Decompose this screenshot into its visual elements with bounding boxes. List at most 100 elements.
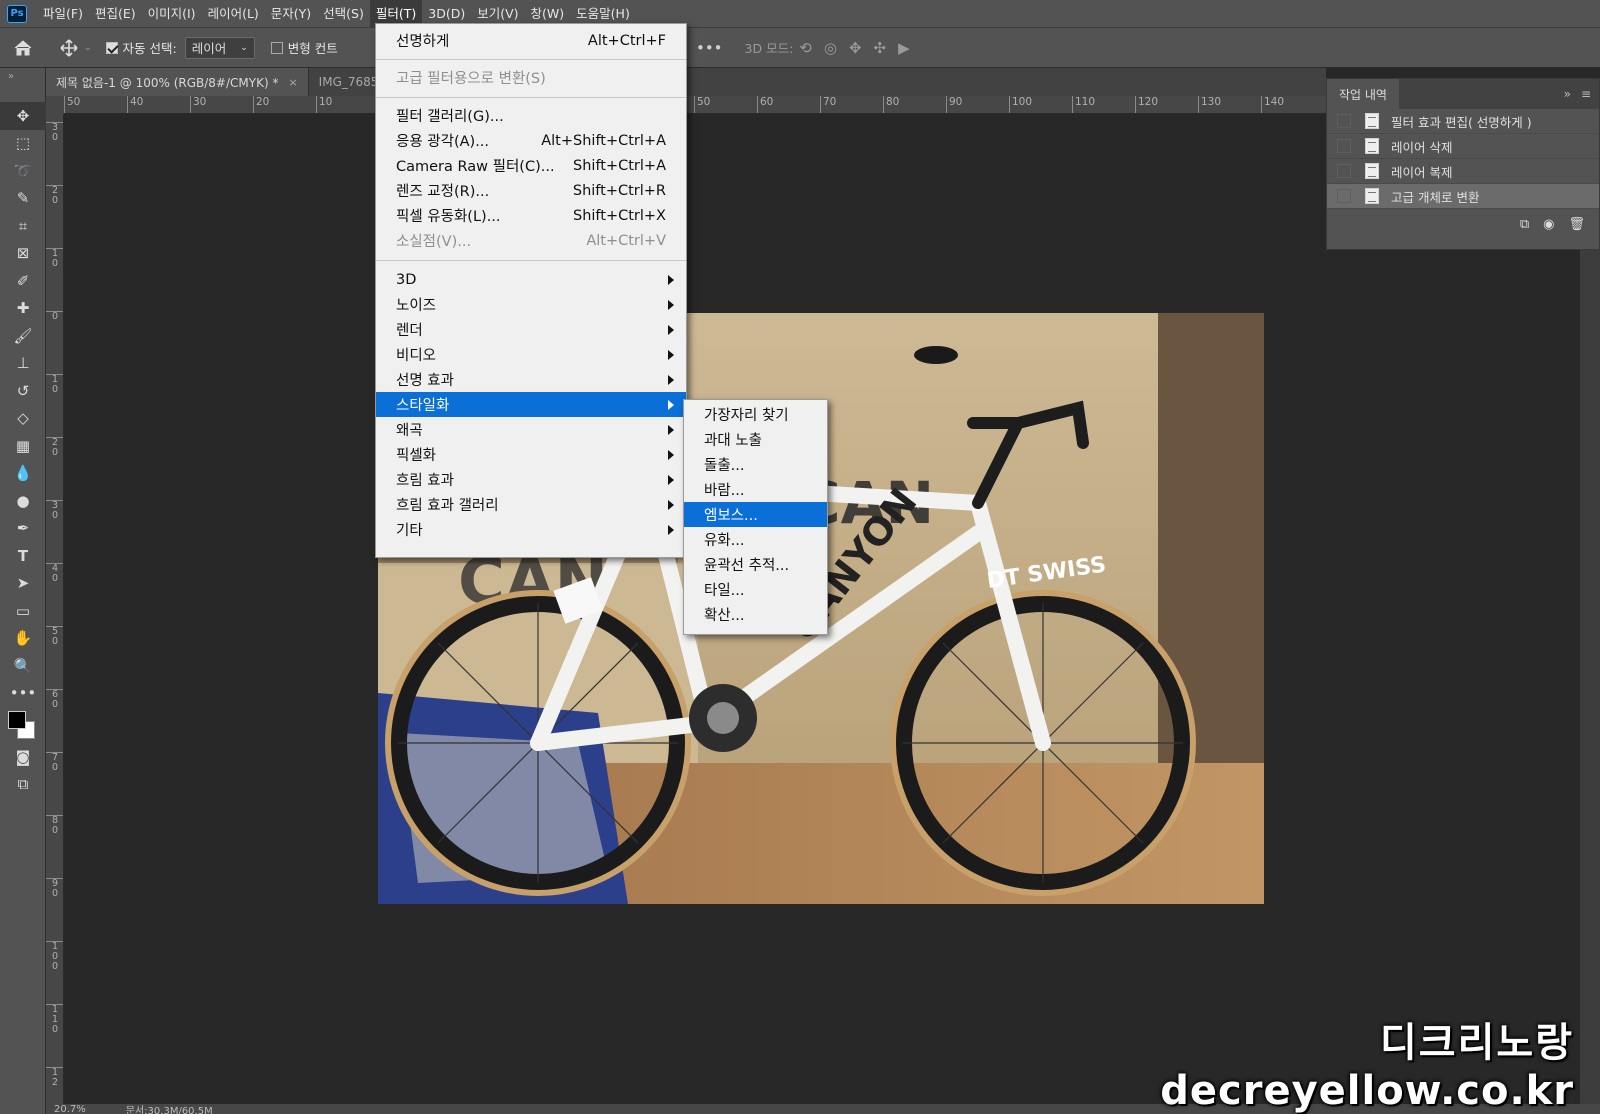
tab-untitled[interactable]: 제목 없음-1 @ 100% (RGB/8#/CMYK) * × [46, 68, 309, 96]
history-item-selected[interactable]: 고급 개체로 변환 [1327, 184, 1599, 209]
3d-slide-icon[interactable]: ✣ [874, 39, 887, 57]
history-brush-source-box[interactable] [1337, 164, 1351, 178]
menu-image[interactable]: 이미지(I) [142, 0, 202, 28]
pen-tool-icon[interactable]: ✒ [0, 515, 46, 543]
panel-menu-icon[interactable]: ≡ [1581, 87, 1591, 101]
hand-tool-icon[interactable]: ✋ [0, 625, 46, 653]
menu-item-pixelate[interactable]: 픽셀화 [376, 442, 686, 467]
menu-item-vanishing-point[interactable]: 소실점(V)... Alt+Ctrl+V [376, 228, 686, 253]
eyedropper-tool-icon[interactable]: ✐ [0, 267, 46, 295]
gradient-tool-icon[interactable]: ▦ [0, 432, 46, 460]
submenu-item-solarize[interactable]: 과대 노출 [684, 427, 827, 452]
expand-panel-icon[interactable]: » [0, 68, 46, 84]
menu-select[interactable]: 선택(S) [317, 0, 370, 28]
close-icon[interactable]: × [288, 76, 297, 89]
auto-select-dropdown[interactable]: 레이어 ⌄ [184, 36, 255, 59]
blur-tool-icon[interactable]: 💧 [0, 460, 46, 488]
menu-item-stylize[interactable]: 스타일화 [376, 392, 686, 417]
ruler-tick-label: 2 0 [46, 185, 63, 206]
menu-item-blur-gallery[interactable]: 흐림 효과 갤러리 [376, 492, 686, 517]
3d-orbit-icon[interactable]: ⟲ [799, 39, 812, 57]
move-tool-icon[interactable]: ✥ [0, 102, 46, 130]
new-document-from-state-icon[interactable]: ⧉ [1520, 217, 1529, 232]
menu-item-blur[interactable]: 흐림 효과 [376, 467, 686, 492]
history-item[interactable]: 레이어 복제 [1327, 159, 1599, 184]
menu-item-camera-raw[interactable]: Camera Raw 필터(C)... Shift+Ctrl+A [376, 153, 686, 178]
history-item[interactable]: 필터 효과 편집( 선명하게 ) [1327, 109, 1599, 134]
menu-item-lens-correction[interactable]: 렌즈 교정(R)... Shift+Ctrl+R [376, 178, 686, 203]
submenu-item-emboss[interactable]: 엠보스... [684, 502, 827, 527]
dodge-tool-icon[interactable]: ● [0, 487, 46, 515]
marquee-tool-icon[interactable]: ⬚ [0, 130, 46, 158]
3d-camera-icon[interactable]: ▶ [898, 39, 910, 57]
rectangle-tool-icon[interactable]: ▭ [0, 597, 46, 625]
type-tool-icon[interactable]: T [0, 542, 46, 570]
menu-item-filter-gallery[interactable]: 필터 갤러리(G)... [376, 103, 686, 128]
menu-item-video[interactable]: 비디오 [376, 342, 686, 367]
submenu-item-trace-contour[interactable]: 윤곽선 추적... [684, 552, 827, 577]
photoshop-logo-icon[interactable]: Ps [7, 4, 27, 23]
menu-item-render[interactable]: 렌더 [376, 317, 686, 342]
camera-icon[interactable]: ◉ [1543, 217, 1554, 232]
menu-item-adaptive-wide-angle[interactable]: 응용 광각(A)... Alt+Shift+Ctrl+A [376, 128, 686, 153]
clone-stamp-tool-icon[interactable]: ⊥ [0, 350, 46, 378]
tab-history[interactable]: 작업 내역 [1327, 79, 1399, 109]
vertical-ruler[interactable]: 3 0 2 0 1 0 0 1 0 2 0 3 0 4 0 5 0 6 0 7 0 8 0 9 0 1 0… [46, 114, 64, 1104]
zoom-level[interactable]: 20.7% [54, 1104, 86, 1114]
foreground-color-swatch[interactable] [8, 711, 26, 729]
menu-file[interactable]: 파일(F) [37, 0, 89, 28]
frame-tool-icon[interactable]: ⊠ [0, 240, 46, 268]
ruler-tick-label: 80 [883, 96, 899, 113]
ruler-tick-label: 20 [253, 96, 269, 113]
path-selection-tool-icon[interactable]: ➤ [0, 570, 46, 598]
history-brush-source-box[interactable] [1337, 189, 1351, 203]
menu-edit[interactable]: 편집(E) [89, 0, 142, 28]
trash-icon[interactable]: 🗑 [1568, 217, 1585, 232]
submenu-item-find-edges[interactable]: 가장자리 찾기 [684, 402, 827, 427]
more-options-icon[interactable]: ••• [696, 39, 723, 57]
menu-item-liquify[interactable]: 픽셀 유동화(L)... Shift+Ctrl+X [376, 203, 686, 228]
collapse-panel-icon[interactable]: » [1564, 87, 1571, 101]
eraser-tool-icon[interactable]: ◇ [0, 405, 46, 433]
move-tool-icon[interactable]: ⌄ [60, 28, 92, 68]
menu-layer[interactable]: 레이어(L) [202, 0, 265, 28]
menu-type[interactable]: 문자(Y) [265, 0, 317, 28]
crop-tool-icon[interactable]: ⌗ [0, 212, 46, 240]
menu-item-distort[interactable]: 왜곡 [376, 417, 686, 442]
color-swatches[interactable] [0, 707, 46, 743]
submenu-item-wind[interactable]: 바람... [684, 477, 827, 502]
history-brush-source-box[interactable] [1337, 114, 1351, 128]
screen-mode-icon[interactable]: ⧉ [0, 771, 46, 799]
quick-selection-tool-icon[interactable]: ✎ [0, 185, 46, 213]
horizontal-ruler[interactable]: 50 40 30 20 10 50 60 70 80 90 100 110 120 130 140 [64, 96, 1326, 114]
auto-select-checkbox[interactable] [105, 41, 118, 54]
menu-item-other[interactable]: 기타 [376, 517, 686, 542]
edit-toolbar-icon[interactable]: ••• [0, 680, 46, 708]
menu-item-label: 기타 [396, 523, 423, 539]
3d-pan-icon[interactable]: ✥ [849, 39, 862, 57]
healing-brush-tool-icon[interactable]: ✚ [0, 295, 46, 323]
menu-item-sharpen[interactable]: 선명 효과 [376, 367, 686, 392]
menu-item-3d[interactable]: 3D [376, 267, 686, 292]
quick-mask-icon[interactable]: ◙ [0, 743, 46, 771]
submenu-item-diffuse[interactable]: 확산... [684, 602, 827, 627]
menu-item-noise[interactable]: 노이즈 [376, 292, 686, 317]
zoom-tool-icon[interactable]: 🔍 [0, 652, 46, 680]
menu-item-convert-smart-filters[interactable]: 고급 필터용으로 변환(S) [376, 65, 686, 90]
submenu-item-extrude[interactable]: 돌출... [684, 452, 827, 477]
submenu-item-oil-paint[interactable]: 유화... [684, 527, 827, 552]
menu-item-label: 고급 필터용으로 변환(S) [396, 71, 546, 87]
submenu-arrow-icon [668, 474, 674, 485]
transform-controls-checkbox[interactable] [270, 41, 283, 54]
history-item[interactable]: 레이어 삭제 [1327, 134, 1599, 159]
menu-item-sharpen-last[interactable]: 선명하게 Alt+Ctrl+F [376, 28, 686, 53]
history-brush-tool-icon[interactable]: ↺ [0, 377, 46, 405]
submenu-item-tiles[interactable]: 타일... [684, 577, 827, 602]
history-brush-source-box[interactable] [1337, 139, 1351, 153]
brush-tool-icon[interactable]: 🖌 [0, 322, 46, 350]
home-icon[interactable] [0, 28, 46, 68]
3d-roll-icon[interactable]: ◎ [824, 39, 837, 57]
chevron-down-icon[interactable]: ⌄ [84, 43, 92, 53]
lasso-tool-icon[interactable]: ➰ [0, 157, 46, 185]
menu-separator [376, 59, 686, 60]
